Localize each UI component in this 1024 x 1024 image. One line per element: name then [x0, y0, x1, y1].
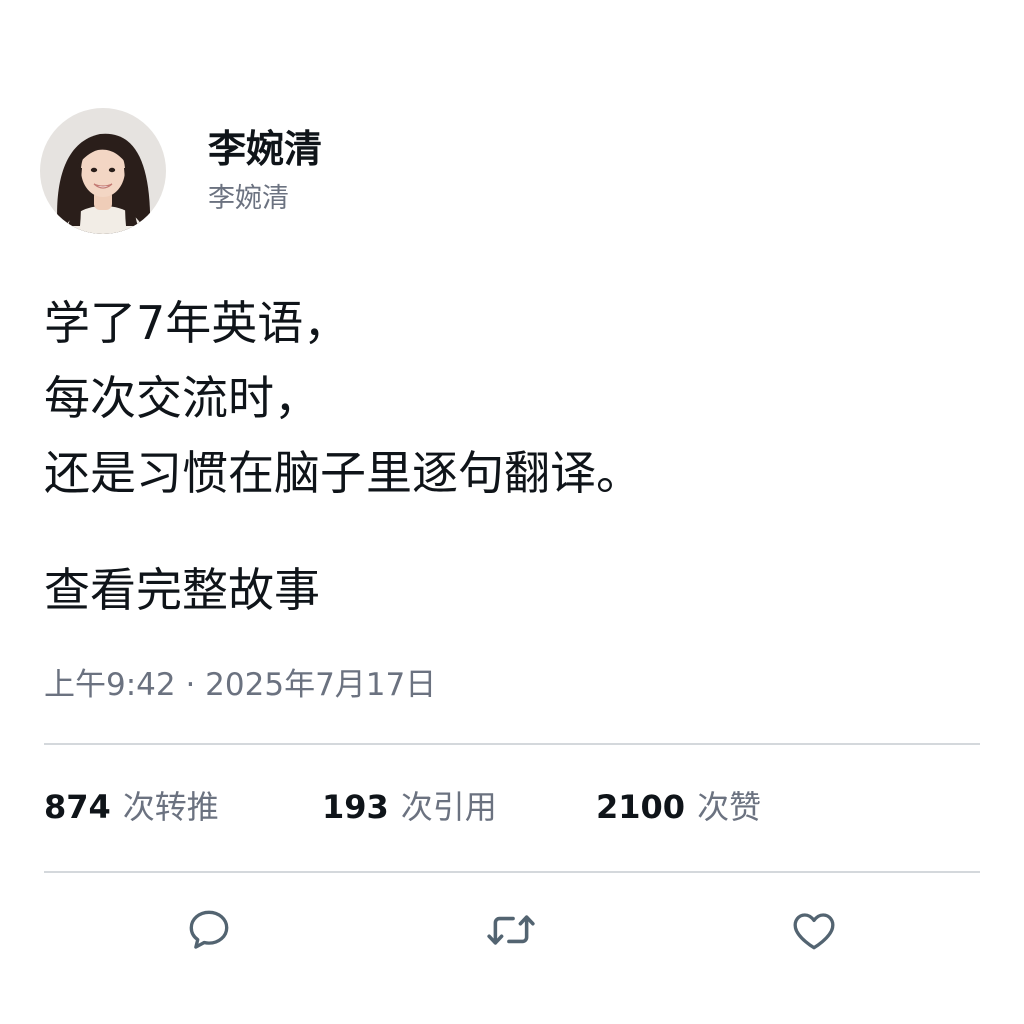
quotes-label: 次引用	[400, 788, 497, 826]
tweet-card: 李婉清 李婉清 学了7年英语， 每次交流时， 还是习惯在脑子里逐句翻译。 查看完…	[0, 0, 1024, 1024]
like-button[interactable]	[784, 900, 844, 960]
tweet-stats: 874 次转推 193 次引用 2100 次赞	[44, 784, 980, 830]
likes-label: 次赞	[697, 788, 762, 826]
reply-button[interactable]	[179, 900, 239, 960]
likes-stat[interactable]: 2100 次赞	[596, 784, 761, 830]
retweets-count: 874	[44, 788, 111, 826]
tweet-timestamp[interactable]: 上午9:42 · 2025年7月17日	[44, 664, 436, 706]
tweet-text-line: 还是习惯在脑子里逐句翻译。	[44, 446, 642, 500]
quotes-count: 193	[322, 788, 389, 826]
avatar[interactable]	[40, 108, 166, 234]
author-display-name[interactable]: 李婉清	[208, 126, 322, 172]
tweet-text: 学了7年英语， 每次交流时， 还是习惯在脑子里逐句翻译。	[44, 286, 984, 511]
retweet-icon	[487, 915, 535, 945]
heart-icon	[793, 913, 835, 950]
tweet-header: 李婉清 李婉清	[40, 108, 322, 234]
tweet-actions	[0, 900, 1024, 960]
quotes-stat[interactable]: 193 次引用	[322, 784, 497, 830]
avatar-image	[40, 108, 166, 234]
divider	[44, 871, 980, 873]
likes-count: 2100	[596, 788, 686, 826]
retweet-button[interactable]	[481, 900, 541, 960]
read-full-story-link[interactable]: 查看完整故事	[44, 558, 320, 622]
tweet-text-line: 学了7年英语，	[44, 296, 350, 350]
tweet-text-line: 每次交流时，	[44, 371, 320, 425]
reply-icon	[189, 910, 229, 949]
author-names: 李婉清 李婉清	[208, 126, 322, 216]
author-handle[interactable]: 李婉清	[208, 182, 322, 216]
retweets-stat[interactable]: 874 次转推	[44, 784, 219, 830]
retweets-label: 次转推	[122, 788, 219, 826]
divider	[44, 743, 980, 745]
